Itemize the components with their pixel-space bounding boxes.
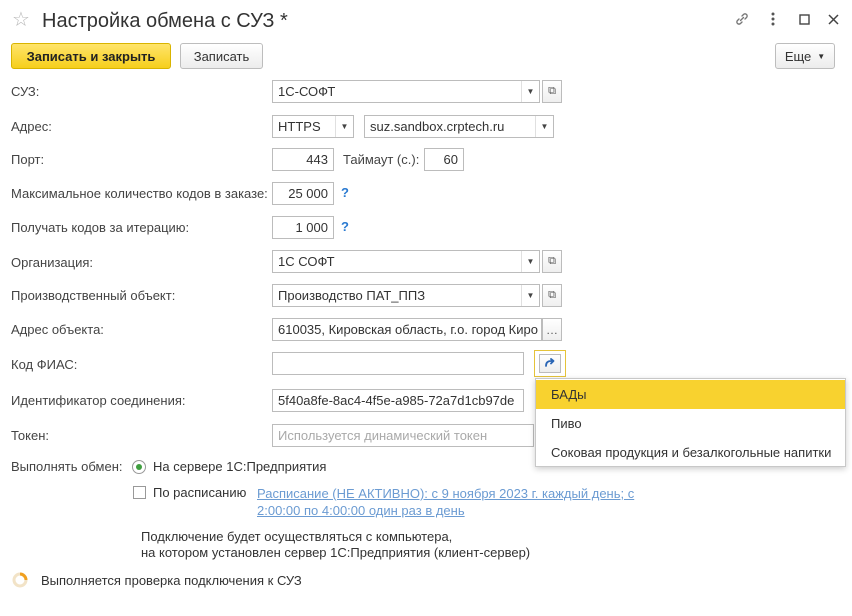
schedule-checkbox[interactable] bbox=[133, 486, 146, 499]
note-line1: Подключение будет осуществляться с компь… bbox=[141, 529, 453, 544]
fias-fill-button[interactable] bbox=[534, 350, 566, 377]
timeout-label: Таймаут (с.): bbox=[343, 152, 420, 167]
chevron-down-icon[interactable]: ▼ bbox=[521, 285, 539, 306]
object-address-input[interactable]: 610035, Кировская область, г.о. город Ки… bbox=[272, 318, 542, 341]
timeout-input[interactable]: 60 bbox=[424, 148, 464, 171]
organization-label: Организация: bbox=[11, 255, 94, 270]
more-menu-button[interactable]: Еще ▼ bbox=[775, 43, 835, 69]
codes-per-iter-label: Получать кодов за итерацию: bbox=[11, 220, 190, 235]
suz-label: СУЗ: bbox=[11, 84, 40, 99]
open-icon: ⧉ bbox=[548, 255, 556, 267]
object-address-label: Адрес объекта: bbox=[11, 322, 104, 337]
select-address-button[interactable]: … bbox=[542, 318, 562, 341]
chevron-down-icon[interactable]: ▼ bbox=[521, 81, 539, 102]
help-icon[interactable]: ? bbox=[341, 219, 349, 234]
link-icon[interactable] bbox=[731, 8, 753, 30]
save-and-close-button[interactable]: Записать и закрыть bbox=[11, 43, 171, 69]
token-input[interactable]: Используется динамический токен bbox=[272, 424, 534, 447]
suz-select[interactable]: 1С-СОФТ ▼ bbox=[272, 80, 540, 103]
status-text: Выполняется проверка подключения к СУЗ bbox=[41, 573, 302, 588]
schedule-link[interactable]: Расписание (НЕ АКТИВНО): с 9 ноября 2023… bbox=[257, 485, 647, 519]
chevron-down-icon[interactable]: ▼ bbox=[521, 251, 539, 272]
open-production-object-button[interactable]: ⧉ bbox=[542, 284, 562, 307]
codes-per-iter-input[interactable]: 1 000 bbox=[272, 216, 334, 239]
open-icon: ⧉ bbox=[548, 289, 556, 301]
dropdown-item[interactable]: БАДы bbox=[536, 380, 845, 409]
close-icon[interactable] bbox=[822, 8, 844, 30]
server-option-label[interactable]: На сервере 1С:Предприятия bbox=[153, 459, 326, 475]
product-group-dropdown: БАДы Пиво Соковая продукция и безалкогол… bbox=[535, 378, 846, 467]
schedule-link-line1[interactable]: Расписание (НЕ АКТИВНО): с 9 ноября 2023… bbox=[257, 485, 647, 502]
loading-spinner-icon bbox=[12, 572, 28, 588]
more-menu-label: Еще bbox=[784, 48, 812, 64]
fias-label: Код ФИАС: bbox=[11, 357, 78, 372]
host-select[interactable]: suz.sandbox.crptech.ru ▼ bbox=[364, 115, 554, 138]
server-radio[interactable] bbox=[132, 460, 146, 474]
connection-note: Подключение будет осуществляться с компь… bbox=[141, 529, 530, 561]
dropdown-item[interactable]: Пиво bbox=[536, 409, 845, 438]
schedule-link-line2[interactable]: 2:00:00 по 4:00:00 один раз в день bbox=[257, 502, 647, 519]
schedule-option-label[interactable]: По расписанию bbox=[153, 485, 246, 501]
chevron-down-icon[interactable]: ▼ bbox=[335, 116, 353, 137]
chevron-down-icon: ▼ bbox=[817, 51, 826, 61]
exchange-label: Выполнять обмен: bbox=[11, 459, 123, 474]
port-label: Порт: bbox=[11, 152, 45, 167]
protocol-value: HTTPS bbox=[278, 119, 321, 134]
maximize-icon[interactable] bbox=[793, 8, 815, 30]
radio-selected-dot bbox=[136, 464, 142, 470]
fias-input[interactable] bbox=[272, 352, 524, 375]
organization-select[interactable]: 1С СОФТ ▼ bbox=[272, 250, 540, 273]
protocol-select[interactable]: HTTPS ▼ bbox=[272, 115, 354, 138]
port-input[interactable]: 443 bbox=[272, 148, 334, 171]
chevron-down-icon[interactable]: ▼ bbox=[535, 116, 553, 137]
max-codes-input[interactable]: 25 000 bbox=[272, 182, 334, 205]
host-value: suz.sandbox.crptech.ru bbox=[370, 119, 505, 134]
production-object-select[interactable]: Производство ПАТ_ППЗ ▼ bbox=[272, 284, 540, 307]
max-codes-label: Максимальное количество кодов в заказе: bbox=[11, 186, 268, 201]
page-title: Настройка обмена с СУЗ * bbox=[42, 10, 288, 32]
token-label: Токен: bbox=[11, 428, 50, 443]
open-organization-button[interactable]: ⧉ bbox=[542, 250, 562, 273]
address-label: Адрес: bbox=[11, 119, 52, 134]
favorite-star-icon[interactable]: ☆ bbox=[12, 9, 30, 31]
open-suz-button[interactable]: ⧉ bbox=[542, 80, 562, 103]
ellipsis-icon: … bbox=[546, 322, 558, 337]
production-object-value: Производство ПАТ_ППЗ bbox=[278, 288, 426, 303]
note-line2: на котором установлен сервер 1С:Предприя… bbox=[141, 545, 531, 560]
production-object-label: Производственный объект: bbox=[11, 288, 176, 303]
suz-value: 1С-СОФТ bbox=[278, 84, 336, 99]
save-button[interactable]: Записать bbox=[180, 43, 263, 69]
connection-id-input[interactable]: 5f40a8fe-8ac4-4f5e-a985-72a7d1cb97de bbox=[272, 389, 524, 412]
organization-value: 1С СОФТ bbox=[278, 254, 335, 269]
help-icon[interactable]: ? bbox=[341, 185, 349, 200]
open-icon: ⧉ bbox=[548, 85, 556, 97]
redo-arrow-icon bbox=[545, 357, 555, 367]
more-vertical-icon[interactable] bbox=[762, 8, 784, 30]
connection-id-label: Идентификатор соединения: bbox=[11, 393, 186, 408]
dropdown-item[interactable]: Соковая продукция и безалкогольные напит… bbox=[536, 438, 845, 467]
